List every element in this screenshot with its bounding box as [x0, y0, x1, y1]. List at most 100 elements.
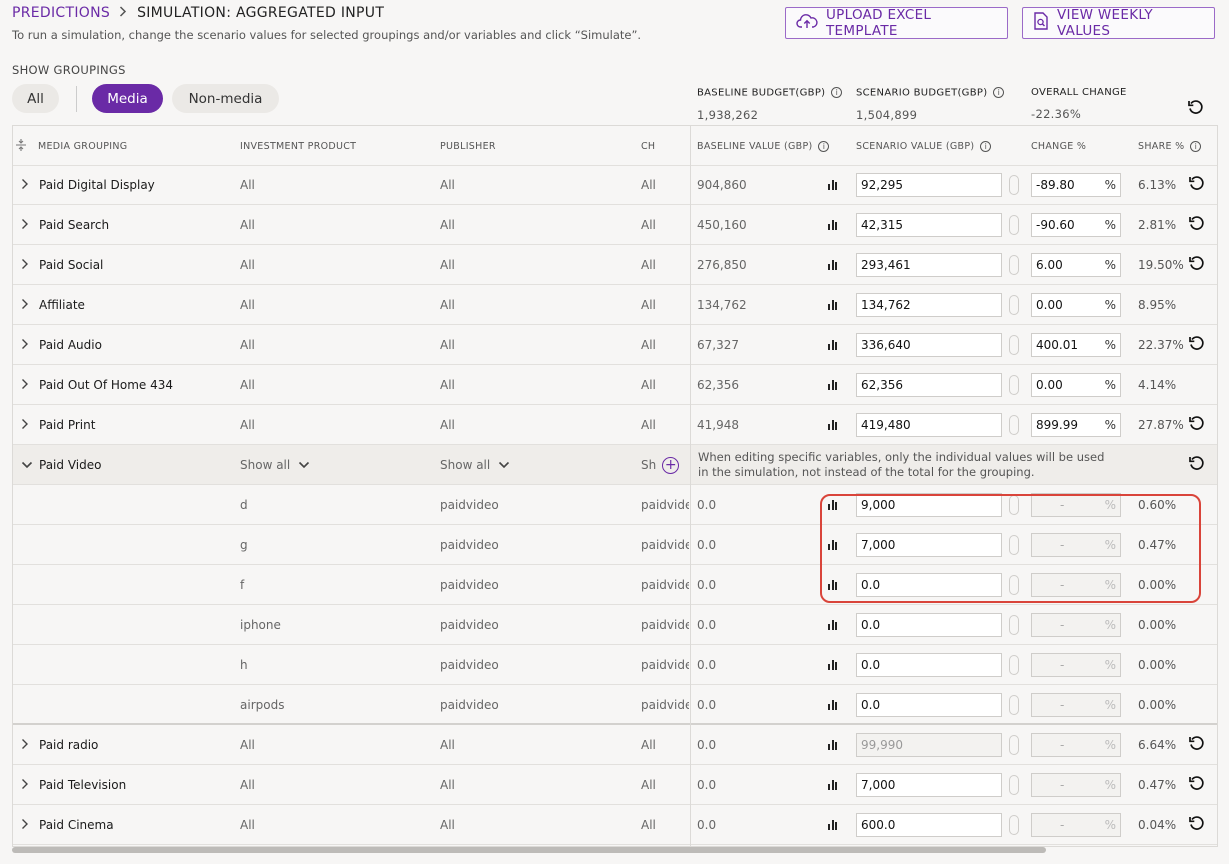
link-icon[interactable] — [1009, 255, 1019, 275]
bar-chart-icon[interactable] — [828, 740, 837, 750]
chevron-down-icon[interactable] — [298, 458, 310, 472]
column-header-media-grouping[interactable]: MEDIA GROUPING — [38, 126, 228, 166]
grouping-cell[interactable]: Paid Audio — [21, 325, 231, 365]
collapse-all-icon[interactable] — [15, 138, 27, 155]
chevron-right-icon[interactable] — [21, 298, 39, 313]
grouping-filter-nonmedia[interactable]: Non-media — [172, 84, 279, 113]
link-icon[interactable] — [1009, 175, 1019, 195]
view-weekly-values-button[interactable]: VIEW WEEKLY VALUES — [1022, 7, 1215, 39]
change-percent-input[interactable]: 0.00% — [1031, 373, 1121, 397]
info-icon[interactable]: i — [980, 140, 992, 152]
grouping-cell[interactable]: Paid Out Of Home 434 — [21, 365, 231, 405]
grouping-cell[interactable]: Paid Cinema — [21, 805, 231, 845]
grouping-cell[interactable]: Paid Search — [21, 205, 231, 245]
grouping-filter-media[interactable]: Media — [92, 84, 163, 113]
scenario-value-input[interactable]: 134,762 — [856, 293, 1002, 317]
bar-chart-icon[interactable] — [828, 380, 837, 390]
scenario-value-input[interactable]: 7,000 — [856, 533, 1002, 557]
grouping-cell[interactable]: Paid Print — [21, 405, 231, 445]
scenario-value-input[interactable]: 419,480 — [856, 413, 1002, 437]
column-header-investment-product[interactable]: INVESTMENT PRODUCT — [240, 126, 430, 166]
horizontal-scrollbar[interactable] — [12, 847, 1046, 853]
link-icon[interactable] — [1009, 695, 1019, 715]
link-icon[interactable] — [1009, 295, 1019, 315]
column-header-ch[interactable]: CH — [641, 126, 689, 166]
bar-chart-icon[interactable] — [828, 820, 837, 830]
scenario-value-input[interactable]: 0.0 — [856, 573, 1002, 597]
publisher-cell[interactable]: Show all — [440, 445, 630, 485]
scenario-value-input[interactable]: 7,000 — [856, 773, 1002, 797]
change-percent-input[interactable]: 400.01% — [1031, 333, 1121, 357]
scenario-value-input[interactable]: 42,315 — [856, 213, 1002, 237]
scenario-value-input[interactable]: 600.0 — [856, 813, 1002, 837]
bar-chart-icon[interactable] — [828, 180, 837, 190]
bar-chart-icon[interactable] — [828, 780, 837, 790]
grouping-cell[interactable]: Affiliate — [21, 285, 231, 325]
scenario-value-input[interactable]: 92,295 — [856, 173, 1002, 197]
scenario-value-input[interactable]: 293,461 — [856, 253, 1002, 277]
upload-excel-template-button[interactable]: UPLOAD EXCEL TEMPLATE — [785, 7, 1008, 39]
chevron-down-icon[interactable] — [21, 458, 39, 472]
link-icon[interactable] — [1009, 575, 1019, 595]
reset-icon[interactable] — [1188, 815, 1206, 836]
info-icon[interactable]: i — [1190, 140, 1202, 152]
bar-chart-icon[interactable] — [828, 620, 837, 630]
grouping-filter-all[interactable]: All — [12, 84, 59, 113]
scenario-value-input[interactable]: 336,640 — [856, 333, 1002, 357]
chevron-right-icon[interactable] — [21, 778, 39, 793]
column-header-scenario[interactable]: SCENARIO VALUE (GBP) i — [856, 126, 1003, 166]
reset-icon[interactable] — [1188, 255, 1206, 276]
change-percent-input[interactable]: -89.80% — [1031, 173, 1121, 197]
column-header-publisher[interactable]: PUBLISHER — [440, 126, 630, 166]
plus-circle-icon[interactable]: + — [662, 456, 680, 474]
bar-chart-icon[interactable] — [828, 260, 837, 270]
link-icon[interactable] — [1009, 815, 1019, 835]
chevron-right-icon[interactable] — [21, 338, 39, 353]
investment-product-cell[interactable]: Show all — [240, 445, 430, 485]
link-icon[interactable] — [1009, 655, 1019, 675]
link-icon[interactable] — [1009, 775, 1019, 795]
scenario-value-input[interactable]: 0.0 — [856, 693, 1002, 717]
reset-icon[interactable] — [1188, 775, 1206, 796]
link-icon[interactable] — [1009, 415, 1019, 435]
info-icon[interactable]: i — [993, 87, 1005, 98]
link-icon[interactable] — [1009, 615, 1019, 635]
link-icon[interactable] — [1009, 375, 1019, 395]
bar-chart-icon[interactable] — [828, 660, 837, 670]
chevron-right-icon[interactable] — [21, 258, 39, 273]
reset-icon[interactable] — [1188, 455, 1206, 476]
chevron-right-icon[interactable] — [21, 218, 39, 233]
column-header-share[interactable]: SHARE % i — [1138, 126, 1213, 166]
bar-chart-icon[interactable] — [828, 220, 837, 230]
info-icon[interactable]: i — [831, 87, 843, 98]
change-percent-input[interactable]: 6.00% — [1031, 253, 1121, 277]
grouping-cell[interactable]: Paid Television — [21, 765, 231, 805]
scenario-value-input[interactable]: 62,356 — [856, 373, 1002, 397]
chevron-right-icon[interactable] — [21, 738, 39, 753]
reset-icon[interactable] — [1187, 99, 1205, 121]
reset-icon[interactable] — [1188, 215, 1206, 236]
bar-chart-icon[interactable] — [828, 300, 837, 310]
link-icon[interactable] — [1009, 735, 1019, 755]
reset-icon[interactable] — [1188, 335, 1206, 356]
grouping-cell[interactable]: Paid Digital Display — [21, 165, 231, 205]
chevron-right-icon[interactable] — [21, 178, 39, 193]
bar-chart-icon[interactable] — [828, 700, 837, 710]
link-icon[interactable] — [1009, 335, 1019, 355]
bar-chart-icon[interactable] — [828, 420, 837, 430]
link-icon[interactable] — [1009, 495, 1019, 515]
chevron-right-icon[interactable] — [21, 418, 39, 433]
reset-icon[interactable] — [1188, 415, 1206, 436]
change-percent-input[interactable]: 899.99% — [1031, 413, 1121, 437]
reset-icon[interactable] — [1188, 735, 1206, 756]
column-header-change[interactable]: CHANGE % — [1031, 126, 1121, 166]
bar-chart-icon[interactable] — [828, 500, 837, 510]
reset-icon[interactable] — [1188, 175, 1206, 196]
grouping-cell[interactable]: Paid Social — [21, 245, 231, 285]
scenario-value-input[interactable]: 0.0 — [856, 653, 1002, 677]
chevron-right-icon[interactable] — [21, 378, 39, 393]
grouping-cell[interactable]: Paid radio — [21, 725, 231, 765]
grouping-cell[interactable]: Paid Video — [21, 445, 231, 485]
column-header-baseline[interactable]: BASELINE VALUE (GBP) i — [697, 126, 847, 166]
change-percent-input[interactable]: -90.60% — [1031, 213, 1121, 237]
